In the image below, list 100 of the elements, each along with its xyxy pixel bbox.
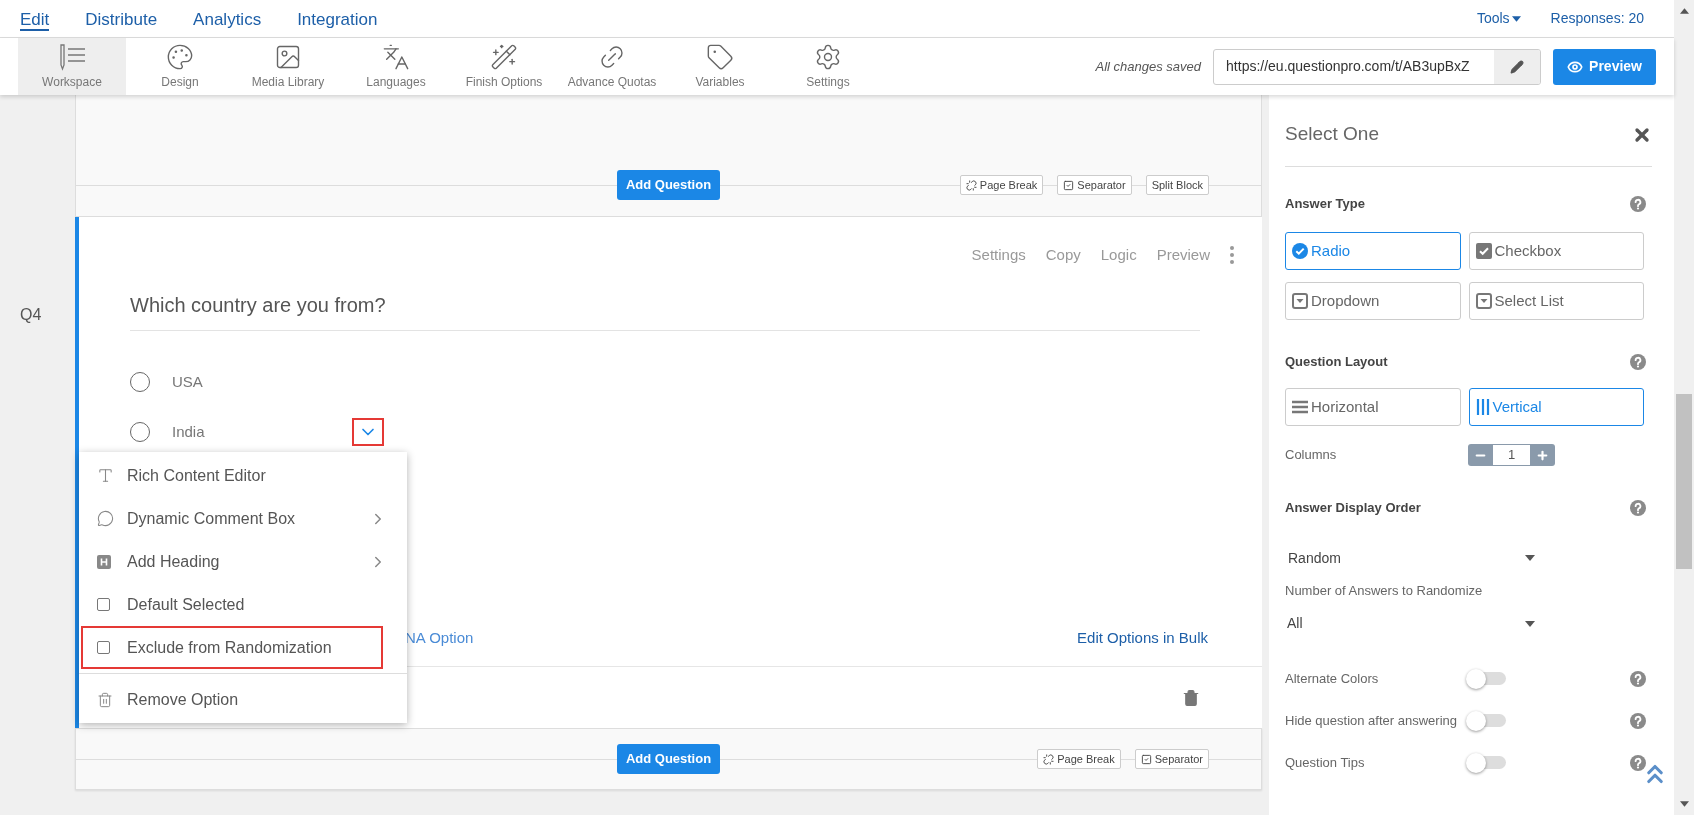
menu-item[interactable]: Exclude from Randomization	[81, 626, 383, 669]
scrollbar-thumb[interactable]	[1676, 394, 1692, 569]
trash-icon[interactable]	[1182, 687, 1200, 708]
help-icon[interactable]	[1630, 754, 1646, 771]
menu-item-label: Rich Content Editor	[127, 465, 266, 486]
more-options-icon[interactable]	[1230, 246, 1234, 264]
help-icon[interactable]	[1630, 500, 1646, 516]
nav-tab[interactable]: Edit	[20, 6, 50, 31]
toggle-switch[interactable]	[1466, 710, 1506, 731]
checkbox-icon	[1475, 243, 1492, 259]
check-circle-icon	[1292, 243, 1308, 259]
dropdown-icon	[1292, 293, 1308, 309]
scroll-up-icon[interactable]	[1679, 8, 1689, 14]
save-status: All changes saved	[1095, 57, 1202, 76]
dropdown-icon	[1475, 293, 1492, 309]
menu-item-label: Add Heading	[127, 551, 220, 572]
speech-bubble-icon	[97, 510, 114, 527]
nav-tab[interactable]: Distribute	[85, 6, 158, 31]
toggle-label: Question Tips	[1285, 753, 1366, 772]
choice-button[interactable]: Vertical	[1468, 388, 1644, 426]
help-icon[interactable]	[1630, 670, 1646, 687]
block-action-button[interactable]: Separator	[1134, 749, 1209, 769]
menu-item-label: Dynamic Comment Box	[127, 508, 296, 529]
help-icon[interactable]	[1630, 354, 1646, 370]
nav-tab[interactable]: Integration	[297, 6, 378, 31]
toolbar-button[interactable]: Finish Options	[450, 38, 558, 95]
panel-title: Select One	[1285, 122, 1379, 147]
toolbar-button[interactable]: Settings	[774, 38, 882, 95]
columns-label: Columns	[1285, 446, 1338, 465]
toolbar-button[interactable]: Media Library	[234, 38, 342, 95]
broken-link-icon	[1043, 753, 1055, 765]
nav-tab[interactable]: Analytics	[193, 6, 262, 31]
add-question-button[interactable]: Add Question	[616, 744, 721, 774]
toolbar-button[interactable]: Languages	[342, 38, 450, 95]
menu-item[interactable]: Rich Content Editor	[81, 454, 405, 497]
responses-count[interactable]: Responses: 20	[1550, 8, 1644, 29]
caret-icon	[1525, 620, 1535, 627]
plus-icon[interactable]	[1536, 448, 1549, 462]
block-action-button[interactable]: Separator	[1057, 175, 1132, 195]
menu-item-label: Remove Option	[127, 689, 239, 710]
section-heading: Answer Type	[1285, 195, 1365, 214]
block-action-button[interactable]: Split Block	[1145, 175, 1209, 195]
question-text[interactable]: Which country are you from?	[130, 294, 386, 316]
order-dropdown[interactable]: Random	[1285, 547, 1535, 569]
tools-menu[interactable]: Tools	[1476, 8, 1521, 29]
menu-item-label: Default Selected	[127, 594, 245, 615]
option-label[interactable]: India	[172, 420, 352, 444]
toolbar-button[interactable]: Variables	[666, 38, 774, 95]
menu-item[interactable]: Dynamic Comment Box	[81, 497, 405, 540]
checkbox-icon	[1063, 179, 1075, 191]
section-heading: Question Layout	[1285, 353, 1388, 372]
choice-button[interactable]: Dropdown	[1285, 282, 1461, 320]
checkbox[interactable]	[97, 641, 110, 654]
trash-icon	[97, 691, 113, 708]
toolbar-button[interactable]: Advance Quotas	[558, 38, 666, 95]
choice-button[interactable]: Horizontal	[1285, 388, 1461, 426]
menu-item-label: Exclude from Randomization	[127, 637, 332, 658]
scroll-down-icon[interactable]	[1679, 801, 1689, 807]
toggle-label: Alternate Colors	[1285, 669, 1380, 688]
toolbar-button[interactable]: Workspace	[18, 38, 126, 95]
option-menu-button[interactable]	[352, 418, 384, 446]
menu-item[interactable]: Remove Option	[81, 678, 405, 721]
help-icon[interactable]	[1630, 712, 1646, 729]
caret-icon	[1525, 555, 1535, 561]
menu-lines-icon	[1292, 400, 1308, 414]
question-number: Q4	[20, 306, 42, 323]
block-action-button[interactable]: Page Break	[1037, 749, 1121, 769]
toolbar-button[interactable]: Design	[126, 38, 234, 95]
magic-wand-icon	[490, 42, 518, 71]
menu-item[interactable]: Default Selected	[81, 583, 405, 626]
toggle-switch[interactable]	[1466, 668, 1506, 689]
preview-button[interactable]: Preview	[1553, 48, 1656, 85]
checkbox-icon	[1140, 753, 1152, 765]
help-icon[interactable]	[1630, 196, 1646, 212]
edit-options-bulk-link[interactable]: Edit Options in Bulk	[1077, 626, 1208, 650]
toggle-label: Hide question after answering	[1285, 711, 1458, 730]
menu-item[interactable]: Add Heading	[81, 540, 405, 583]
field-label: Number of Answers to Randomize	[1285, 582, 1484, 600]
add-question-button[interactable]: Add Question	[616, 170, 721, 200]
columns-stepper[interactable]: 1	[1468, 444, 1555, 466]
settings-icon	[814, 42, 842, 71]
caret-icon	[1511, 15, 1521, 22]
text-icon	[97, 467, 114, 484]
broken-link-icon	[965, 179, 977, 191]
choice-button[interactable]: Radio	[1285, 232, 1461, 270]
heading-icon	[97, 554, 111, 569]
checkbox[interactable]	[97, 598, 110, 611]
option-label[interactable]: USA	[172, 370, 352, 394]
tag-icon	[706, 42, 734, 71]
vertical-bars-icon	[1475, 399, 1490, 415]
palette-icon	[166, 42, 194, 71]
edit-icon[interactable]	[1510, 59, 1525, 74]
toggle-switch[interactable]	[1466, 752, 1506, 773]
survey-url-field[interactable]: https://eu.questionpro.com/t/AB3upBxZ	[1213, 48, 1542, 85]
count-dropdown[interactable]: All	[1285, 612, 1535, 635]
translate-icon	[382, 42, 410, 71]
choice-button[interactable]: Select List	[1468, 282, 1644, 320]
choice-button[interactable]: Checkbox	[1468, 232, 1644, 270]
section-heading: Answer Display Order	[1285, 499, 1421, 518]
block-action-button[interactable]: Page Break	[959, 175, 1044, 195]
